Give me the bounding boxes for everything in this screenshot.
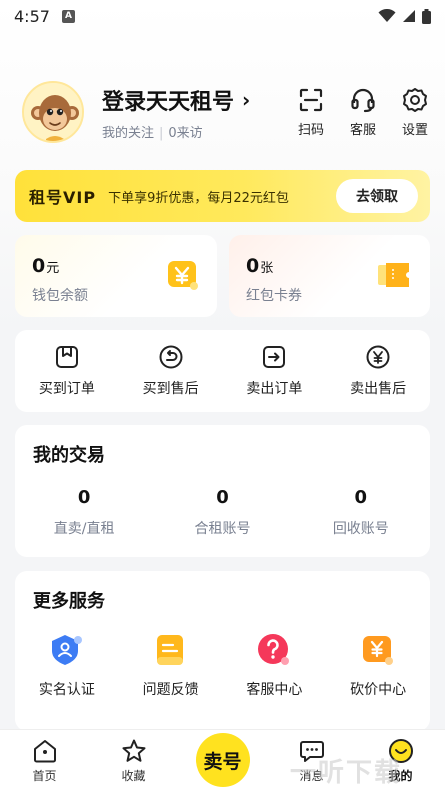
home-icon <box>33 740 56 763</box>
bought-aftersale-button[interactable]: 买到售后 <box>119 330 223 412</box>
wallet-yen-icon <box>168 261 198 290</box>
my-trades-card: 我的交易 0 直卖/直租 0 合租账号 0 回收账号 <box>15 425 430 557</box>
status-time: 4:57 <box>14 6 50 26</box>
sold-orders-button[interactable]: 卖出订单 <box>223 330 327 412</box>
bookmark-box-icon <box>55 346 78 368</box>
real-name-auth-button[interactable]: 实名认证 <box>15 633 119 699</box>
my-follow-link[interactable]: 我的关注 <box>102 126 154 141</box>
wallet-unit: 元 <box>46 261 60 276</box>
feedback-button[interactable]: 问题反馈 <box>119 633 223 699</box>
customer-service-button[interactable]: 客服 <box>346 86 380 138</box>
export-arrow-icon <box>263 346 286 368</box>
battery-icon <box>422 8 431 24</box>
visitors-link[interactable]: 0来访 <box>168 126 202 141</box>
tab-favorites-label: 收藏 <box>121 769 146 783</box>
coupon-value: 0 <box>246 255 260 277</box>
shared-rent-count: 0 <box>216 487 229 508</box>
feedback-label: 问题反馈 <box>142 682 199 698</box>
id-shield-icon <box>51 635 82 665</box>
profile-name: 登录天天租号 <box>102 89 235 115</box>
wifi-icon <box>378 9 396 22</box>
login-link[interactable]: 登录天天租号 › <box>102 84 250 116</box>
bought-orders-button[interactable]: 买到订单 <box>15 330 119 412</box>
coupon-label: 红包卡券 <box>246 288 302 304</box>
wallet-value: 0 <box>32 255 46 277</box>
wallet-card[interactable]: 0元 钱包余额 <box>15 235 217 317</box>
settings-button[interactable]: 设置 <box>398 86 432 138</box>
orders-card: 买到订单 买到售后 卖出订单 卖出售后 <box>15 330 430 412</box>
chevron-right-icon: › <box>242 87 251 112</box>
sold-aftersale-label: 卖出售后 <box>350 381 407 397</box>
real-name-auth-label: 实名认证 <box>38 682 95 698</box>
bargain-yen-icon <box>363 636 394 665</box>
vip-title: 租号VIP <box>29 188 97 207</box>
gear-icon <box>403 88 427 112</box>
bargain-center-button[interactable]: 砍价中心 <box>326 633 430 699</box>
ticket-icon <box>378 263 409 287</box>
vip-description: 下单享9折优惠，每月22元红包 <box>108 190 289 206</box>
direct-sale-count: 0 <box>77 487 91 508</box>
recycle-stat[interactable]: 0 回收账号 <box>292 487 430 538</box>
help-center-label: 客服中心 <box>246 682 303 698</box>
recycle-label: 回收账号 <box>332 521 389 537</box>
bought-orders-label: 买到订单 <box>38 381 95 397</box>
scan-label: 扫码 <box>297 123 324 138</box>
sold-aftersale-button[interactable]: 卖出售后 <box>326 330 430 412</box>
monkey-avatar-icon <box>24 83 82 141</box>
sell-button[interactable]: 卖号 <box>195 733 250 787</box>
return-arrow-icon <box>159 345 183 369</box>
headset-icon <box>351 88 375 113</box>
profile-header: 登录天天租号 › 我的关注 | 0来访 扫码 客服 设置 <box>22 80 432 144</box>
watermark: 一听下载 <box>290 758 403 788</box>
scan-button[interactable]: 扫码 <box>294 86 328 138</box>
vip-claim-button[interactable]: 去领取 <box>336 179 418 213</box>
bought-aftersale-label: 买到售后 <box>142 381 199 397</box>
help-center-button[interactable]: 客服中心 <box>223 633 327 699</box>
tab-home[interactable]: 首页 <box>0 730 89 792</box>
tab-favorites[interactable]: 收藏 <box>89 730 178 792</box>
wallet-label: 钱包余额 <box>32 288 88 304</box>
direct-sale-stat[interactable]: 0 直卖/直租 <box>15 487 153 538</box>
recycle-count: 0 <box>354 487 368 508</box>
yen-circle-icon <box>366 345 390 369</box>
vip-banner[interactable]: 租号VIP 下单享9折优惠，每月22元红包 去领取 <box>15 170 430 222</box>
feedback-doc-icon <box>156 635 183 665</box>
signal-icon <box>403 10 415 22</box>
trades-title: 我的交易 <box>33 445 105 466</box>
shared-rent-stat[interactable]: 0 合租账号 <box>153 487 291 538</box>
tab-sell[interactable]: 卖号 <box>178 730 267 792</box>
shared-rent-label: 合租账号 <box>194 521 251 537</box>
service-label: 客服 <box>349 123 376 138</box>
tab-home-label: 首页 <box>32 769 57 783</box>
divider: | <box>159 125 164 141</box>
bargain-center-label: 砍价中心 <box>350 682 407 698</box>
notification-badge-icon: A <box>61 9 75 23</box>
avatar[interactable] <box>22 81 84 143</box>
settings-label: 设置 <box>401 123 428 138</box>
sold-orders-label: 卖出订单 <box>246 381 303 397</box>
coupon-card[interactable]: 0张 红包卡券 <box>229 235 430 317</box>
services-title: 更多服务 <box>33 591 105 612</box>
help-circle-icon <box>258 634 290 665</box>
direct-sale-label: 直卖/直租 <box>53 521 115 537</box>
more-services-card: 更多服务 实名认证 问题反馈 客服中心 砍价中心 <box>15 571 430 731</box>
star-icon <box>122 739 145 762</box>
coupon-unit: 张 <box>260 261 274 276</box>
status-bar: 4:57 A <box>0 0 445 32</box>
scan-icon <box>299 88 323 112</box>
